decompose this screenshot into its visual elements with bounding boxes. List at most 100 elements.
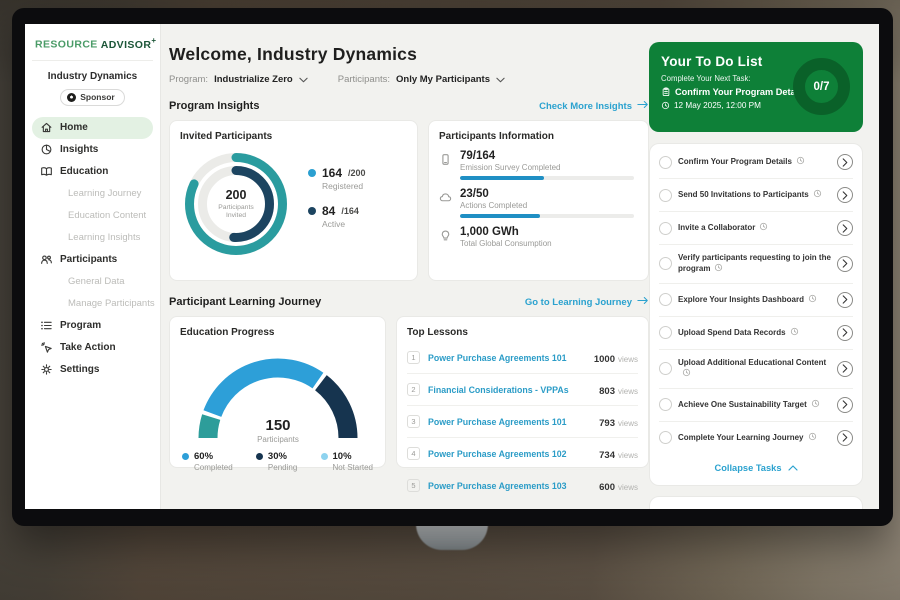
sidebar-item[interactable]: Program [32, 315, 153, 337]
check-more-insights-link[interactable]: Check More Insights [539, 100, 649, 112]
todo-progress-ring: 0/7 [793, 58, 850, 115]
lesson-rank: 3 [407, 415, 420, 428]
education-progress-card: Education Progress 150 Participants [169, 316, 386, 468]
progress-fill [460, 214, 540, 218]
task-open-button[interactable] [837, 325, 853, 341]
task-checkbox[interactable] [659, 293, 672, 306]
lesson-link[interactable]: Power Purchase Agreements 101 [428, 353, 586, 363]
invited-donut-chart: 200 Participants Invited [180, 148, 292, 260]
legend-dot [321, 453, 328, 460]
sidebar-item[interactable]: Manage Participants [32, 293, 153, 315]
task-label: Verify participants requesting to join t… [678, 253, 831, 275]
card-title: Top Lessons [407, 327, 638, 338]
task-checkbox[interactable] [659, 222, 672, 235]
chevron-right-icon [842, 191, 848, 200]
sidebar-item[interactable]: Participants [32, 249, 153, 271]
sidebar-item-label: Learning Insights [68, 232, 140, 243]
lesson-link[interactable]: Financial Considerations - VPPAs [428, 385, 591, 395]
legend-value: 60% [194, 451, 213, 462]
task-due-clock-icon [759, 222, 768, 231]
lesson-views-suffix: views [618, 419, 638, 428]
sidebar-item[interactable]: Settings [32, 359, 153, 381]
filter-value: Only My Participants [396, 74, 490, 85]
lesson-link[interactable]: Power Purchase Agreements 101 [428, 417, 591, 427]
task-checkbox[interactable] [659, 431, 672, 444]
chevron-down-icon [496, 77, 505, 83]
task-checkbox[interactable] [659, 189, 672, 202]
task-row: Upload Spend Data Records [659, 316, 853, 349]
task-open-button[interactable] [837, 292, 853, 308]
sidebar-item-icon [40, 253, 53, 266]
task-open-button[interactable] [837, 220, 853, 236]
lesson-views-count: 734 [599, 450, 615, 461]
sidebar-item-icon [40, 165, 53, 178]
education-gauge-chart: 150 Participants [180, 340, 376, 444]
task-checkbox[interactable] [659, 398, 672, 411]
top-lessons-card: Top Lessons 1 Power Purchase Agreements … [396, 316, 649, 468]
task-label-text: Confirm Your Program Details [678, 157, 792, 166]
card-title: Participants Information [439, 131, 638, 142]
page-title: Welcome, Industry Dynamics [169, 44, 649, 65]
task-list: Confirm Your Program Details Send 50 Inv… [659, 146, 853, 454]
lesson-views-count: 1000 [594, 354, 615, 365]
task-row: Complete Your Learning Journey [659, 421, 853, 454]
task-row: Send 50 Invitations to Participants [659, 178, 853, 211]
task-checkbox[interactable] [659, 156, 672, 169]
chevron-up-icon [788, 463, 798, 473]
sidebar-item[interactable]: Home [32, 117, 153, 139]
legend-label: Registered [322, 181, 366, 191]
legend-label: Not Started [333, 463, 373, 472]
sidebar-item-label: Manage Participants [68, 298, 155, 309]
chevron-right-icon [842, 295, 848, 304]
sidebar-item[interactable]: Learning Insights [32, 227, 153, 249]
dashboard-screen: RESOURCEADVISOR+ Industry Dynamics Spons… [25, 24, 879, 509]
chevron-right-icon [842, 364, 848, 373]
task-open-button[interactable] [837, 187, 853, 203]
stats-list: 79/164 Emission Survey Completed [439, 150, 638, 248]
task-checkbox[interactable] [659, 257, 672, 270]
sidebar-item[interactable]: Insights [32, 139, 153, 161]
task-label: Confirm Your Program Details [678, 156, 831, 167]
task-open-button[interactable] [837, 256, 853, 272]
chevron-right-icon [842, 433, 848, 442]
filter-label: Program: [169, 74, 208, 85]
arrow-right-icon [637, 296, 649, 308]
legend-dot [308, 169, 316, 177]
sidebar-item[interactable]: General Data [32, 271, 153, 293]
legend-item: 60% Completed [182, 451, 233, 472]
sponsor-icon [67, 93, 76, 102]
task-open-button[interactable] [837, 397, 853, 413]
task-label-text: Send 50 Invitations to Participants [678, 190, 809, 199]
task-checkbox[interactable] [659, 326, 672, 339]
task-checkbox[interactable] [659, 362, 672, 375]
lesson-row: 5 Power Purchase Agreements 103 600views [407, 469, 638, 501]
clipboard-icon [661, 87, 671, 97]
filter-dropdown[interactable]: Participants: Only My Participants [338, 74, 505, 85]
task-open-button[interactable] [837, 430, 853, 446]
todo-due-date: 12 May 2025, 12:00 PM [674, 101, 761, 110]
sidebar-item-icon [40, 319, 53, 332]
sidebar-item-icon [48, 209, 61, 222]
stat-icon [439, 191, 452, 204]
lesson-link[interactable]: Power Purchase Agreements 103 [428, 481, 591, 491]
sidebar-item-label: Take Action [60, 342, 116, 353]
sidebar-item[interactable]: Take Action [32, 337, 153, 359]
sidebar-item[interactable]: Education [32, 161, 153, 183]
task-open-button[interactable] [837, 154, 853, 170]
sidebar-item[interactable]: Learning Journey [32, 183, 153, 205]
stat-icon [439, 153, 452, 166]
go-to-learning-journey-link[interactable]: Go to Learning Journey [525, 296, 649, 308]
collapse-tasks-link[interactable]: Collapse Tasks [659, 454, 853, 483]
lesson-link[interactable]: Power Purchase Agreements 102 [428, 449, 591, 459]
task-row: Upload Additional Educational Content [659, 349, 853, 388]
sponsor-badge: Sponsor [60, 89, 124, 106]
link-label: Check More Insights [539, 101, 632, 112]
lesson-views-count: 793 [599, 418, 615, 429]
task-due-clock-icon [682, 368, 691, 377]
sidebar-item-icon [48, 297, 61, 310]
lesson-row: 2 Financial Considerations - VPPAs 803vi… [407, 373, 638, 405]
lesson-rank: 5 [407, 479, 420, 492]
sidebar-item[interactable]: Education Content [32, 205, 153, 227]
filter-dropdown[interactable]: Program: Industrialize Zero [169, 74, 308, 85]
task-open-button[interactable] [837, 361, 853, 377]
